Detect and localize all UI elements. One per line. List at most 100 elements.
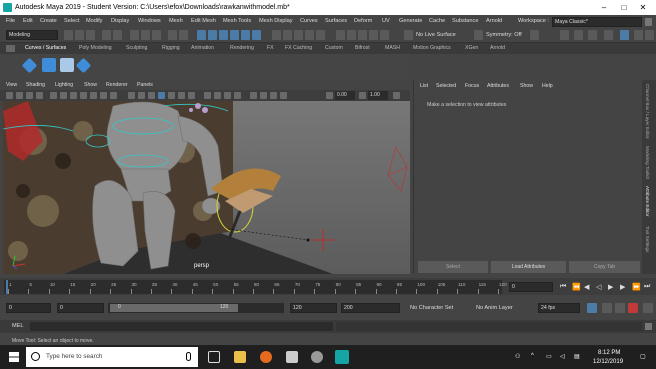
pencil-curve-icon[interactable]: [60, 58, 74, 72]
ipr-render-icon[interactable]: [358, 30, 367, 40]
menu-edit-mesh[interactable]: Edit Mesh: [191, 18, 216, 24]
start-frame-field[interactable]: 0: [6, 303, 51, 313]
select-by-handle-icon[interactable]: [168, 30, 177, 40]
side-tab-modeling-toolkit[interactable]: Modeling Toolkit: [645, 146, 650, 179]
wireframe-on-shaded-icon[interactable]: [158, 92, 165, 99]
viewport-menu-panels[interactable]: Panels: [137, 82, 153, 88]
near-clip-field[interactable]: 0.00: [335, 91, 355, 100]
open-scene-icon[interactable]: [75, 30, 84, 40]
end-frame-field[interactable]: 200: [341, 303, 400, 313]
xray-active-components-icon[interactable]: [280, 92, 287, 99]
menu-generate[interactable]: Generate: [399, 18, 422, 24]
redo-icon[interactable]: [113, 30, 122, 40]
menu-cache[interactable]: Cache: [429, 18, 445, 24]
select-by-misc-icon[interactable]: [252, 30, 261, 40]
shelf-tab-animation[interactable]: Animation: [191, 45, 214, 51]
live-surface-label[interactable]: No Live Surface: [416, 32, 456, 38]
depth-of-field-icon[interactable]: [234, 92, 241, 99]
firefox-icon[interactable]: [260, 351, 272, 363]
xray-joints-icon[interactable]: [270, 92, 277, 99]
film-gate-icon[interactable]: [60, 92, 67, 99]
step-back-frame-icon[interactable]: ◀: [584, 283, 589, 291]
use-all-lights-icon[interactable]: [178, 92, 185, 99]
camera-gamma-icon[interactable]: [359, 92, 366, 99]
select-by-rendering-icon[interactable]: [241, 30, 250, 40]
attr-menu-attributes[interactable]: Attributes: [487, 83, 509, 89]
search-icon[interactable]: [560, 30, 569, 40]
app-icon[interactable]: [311, 351, 323, 363]
volume-icon[interactable]: ◁: [560, 353, 565, 360]
menu-deform[interactable]: Deform: [354, 18, 372, 24]
gate-mask-icon[interactable]: [80, 92, 87, 99]
shelf-tab-curves-surfaces[interactable]: Curves / Surfaces: [25, 45, 66, 51]
snap-to-point-icon[interactable]: [294, 30, 303, 40]
menu-select[interactable]: Select: [64, 18, 80, 24]
isolate-select-icon[interactable]: [250, 92, 257, 99]
screen-space-ao-icon[interactable]: [204, 92, 211, 99]
side-tab-tool-settings[interactable]: Tool Settings: [645, 226, 650, 252]
shadows-icon[interactable]: [188, 92, 195, 99]
motion-blur-icon[interactable]: [214, 92, 221, 99]
channel-box-toggle-icon[interactable]: [604, 30, 613, 40]
auto-key-icon[interactable]: [602, 303, 612, 313]
menu-display[interactable]: Display: [111, 18, 129, 24]
viewport-menu-lighting[interactable]: Lighting: [55, 82, 73, 88]
color-management-icon[interactable]: [393, 92, 400, 99]
character-set-dropdown[interactable]: No Character Set: [410, 305, 453, 311]
mel-label[interactable]: MEL: [12, 323, 24, 329]
make-live-icon[interactable]: [316, 30, 325, 40]
hypershade-icon[interactable]: [380, 30, 389, 40]
smooth-shade-icon[interactable]: [138, 92, 145, 99]
snipping-tool-icon[interactable]: [286, 351, 298, 363]
outliner-toggle-icon[interactable]: [645, 30, 654, 40]
xray-icon[interactable]: [260, 92, 267, 99]
undo-icon[interactable]: [102, 30, 111, 40]
nurbs-cv-curve-icon[interactable]: [21, 57, 38, 74]
grid-icon[interactable]: [50, 92, 57, 99]
script-editor-icon[interactable]: [645, 323, 652, 330]
maya-taskbar-icon[interactable]: [335, 350, 349, 364]
side-tab-attribute-editor[interactable]: Attribute Editor: [645, 186, 650, 216]
range-handle[interactable]: [110, 304, 238, 312]
workspace-lock-icon[interactable]: [645, 18, 652, 26]
attr-select-button[interactable]: Select: [418, 261, 488, 273]
select-component-icon[interactable]: [152, 30, 161, 40]
default-material-icon[interactable]: [148, 92, 155, 99]
attr-menu-help[interactable]: Help: [542, 83, 553, 89]
modeling-toolkit-icon[interactable]: [574, 30, 583, 40]
copy-tab-button[interactable]: Copy Tab: [569, 261, 640, 273]
magnet-icon[interactable]: [404, 30, 413, 40]
new-scene-icon[interactable]: [64, 30, 73, 40]
minimize-icon[interactable]: –: [598, 2, 610, 13]
fps-dropdown[interactable]: 24 fps: [538, 303, 580, 313]
camera-exposure-icon[interactable]: [326, 92, 333, 99]
select-by-curve-icon[interactable]: [197, 30, 206, 40]
menu-modify[interactable]: Modify: [86, 18, 102, 24]
character-controls-icon[interactable]: [588, 30, 597, 40]
go-to-end-icon[interactable]: ⏭: [644, 283, 650, 291]
playback-start-field[interactable]: 0: [57, 303, 104, 313]
range-bar[interactable]: 0 120: [108, 303, 284, 313]
time-slider[interactable]: 1 5 10 15 20 25 30 35 40 45 50 55 60 65 70 75 80 85 90 95 10…: [0, 278, 656, 295]
close-icon[interactable]: ✕: [637, 2, 649, 13]
shelf-tab-poly-modeling[interactable]: Poly Modeling: [79, 45, 112, 51]
menu-surfaces[interactable]: Surfaces: [325, 18, 347, 24]
shelf-options-icon[interactable]: [6, 45, 15, 52]
maximize-icon[interactable]: □: [618, 2, 630, 13]
shelf-tab-motion-graphics[interactable]: Motion Graphics: [413, 45, 451, 51]
menu-file[interactable]: File: [6, 18, 15, 24]
menu-curves[interactable]: Curves: [300, 18, 318, 24]
menu-mesh[interactable]: Mesh: [169, 18, 183, 24]
microphone-icon[interactable]: [186, 352, 191, 361]
sign-in-icon[interactable]: [530, 30, 539, 40]
bookmarks-icon[interactable]: [26, 92, 33, 99]
people-icon[interactable]: ⚇: [515, 353, 520, 360]
viewport-menu-view[interactable]: View: [6, 82, 17, 88]
viewport-menu-show[interactable]: Show: [84, 82, 97, 88]
menu-create[interactable]: Create: [40, 18, 57, 24]
play-forward-icon[interactable]: ▶: [608, 283, 613, 291]
save-scene-icon[interactable]: [86, 30, 95, 40]
attribute-editor-toggle-icon[interactable]: [620, 30, 629, 40]
select-by-deformation-icon[interactable]: [219, 30, 228, 40]
safe-action-icon[interactable]: [100, 92, 107, 99]
